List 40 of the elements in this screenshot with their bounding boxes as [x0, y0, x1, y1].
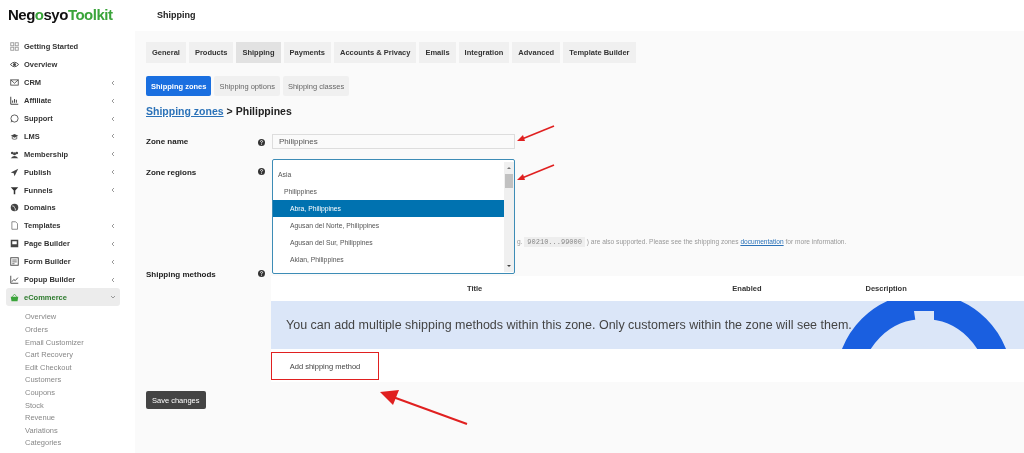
help-icon[interactable]	[258, 168, 265, 175]
form-icon	[10, 257, 19, 267]
bar-chart-icon	[10, 96, 19, 106]
chevron-icon	[110, 115, 116, 122]
chevron-icon	[110, 97, 116, 104]
line-chart-icon	[10, 275, 19, 284]
chevron-icon	[110, 151, 116, 158]
chevron-icon	[110, 79, 116, 86]
picture-icon	[10, 239, 19, 249]
chevron-icon	[110, 222, 116, 229]
graduation-cap-icon	[10, 131, 19, 141]
chevron-icon	[110, 133, 116, 140]
field-label: Zone regions	[146, 168, 198, 177]
grid-icon	[10, 42, 19, 52]
envelope-icon	[10, 78, 19, 88]
chevron-icon	[110, 276, 116, 283]
breadcrumb-link[interactable]: Shipping zones	[146, 105, 224, 117]
chevron-icon	[110, 258, 116, 265]
help-icon[interactable]	[258, 270, 265, 277]
empty-message: You can add multiple shipping methods within this zone. Only customers within the zone will see them.	[285, 318, 852, 332]
breadcrumb-current: Philippines	[235, 105, 292, 117]
field-label: Shipping methods	[146, 270, 217, 279]
chevron-icon	[110, 187, 116, 194]
eye-icon	[10, 60, 19, 70]
funnel-icon	[10, 185, 19, 195]
paper-plane-icon	[10, 167, 19, 177]
document-icon	[10, 221, 19, 231]
field-label: Zone name	[146, 137, 190, 146]
logo: NegosyoToolkit	[7, 5, 114, 25]
basket-icon	[10, 292, 19, 302]
chevron-icon	[110, 169, 116, 176]
chevron-icon	[110, 240, 116, 247]
chat-bubble-icon	[10, 114, 19, 123]
help-icon[interactable]	[258, 138, 265, 146]
page-title: Shipping	[135, 0, 1024, 31]
chevron-icon	[110, 294, 116, 301]
breadcrumb-separator: >	[226, 105, 233, 117]
zone-name-field[interactable]: Philippines	[272, 134, 515, 149]
globe-icon	[10, 203, 19, 213]
scrollbar[interactable]	[504, 162, 514, 272]
